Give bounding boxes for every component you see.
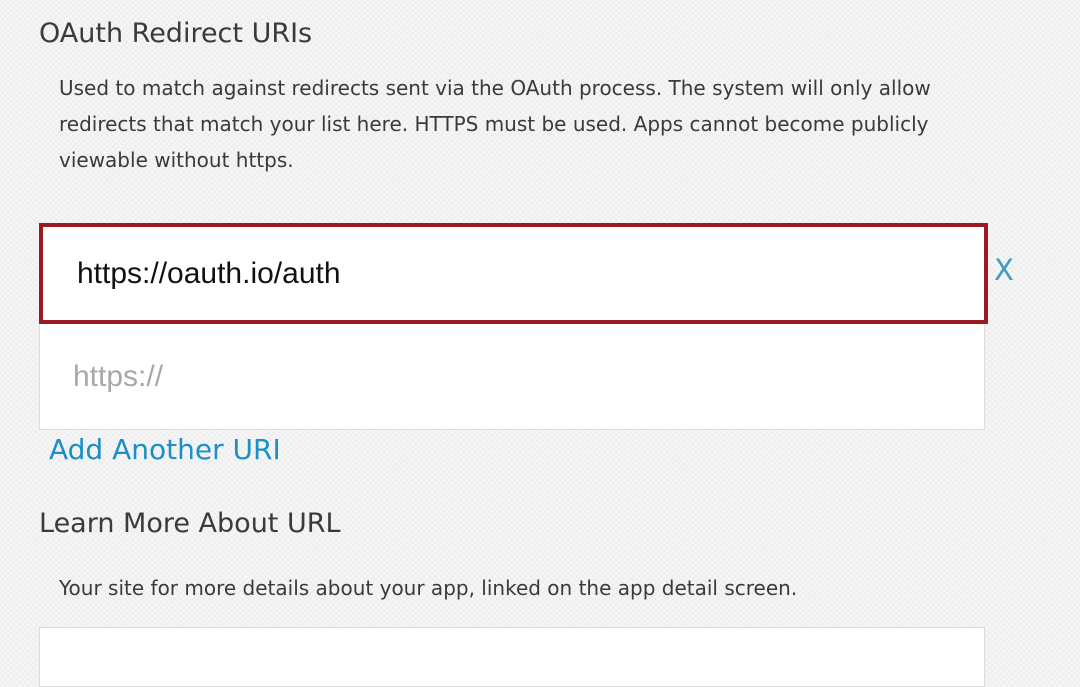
- learn-more-url-title: Learn More About URL: [39, 508, 341, 539]
- redirect-uri-input-2[interactable]: [39, 324, 985, 430]
- add-another-uri-link[interactable]: Add Another URI: [49, 430, 281, 470]
- remove-uri-button[interactable]: X: [994, 253, 1014, 287]
- oauth-redirect-uris-title: OAuth Redirect URIs: [39, 18, 313, 49]
- learn-more-url-description: Your site for more details about your ap…: [59, 576, 798, 600]
- redirect-uri-input-1[interactable]: [39, 223, 988, 324]
- oauth-redirect-uris-description: Used to match against redirects sent via…: [59, 76, 931, 172]
- learn-more-url-input[interactable]: [39, 627, 985, 687]
